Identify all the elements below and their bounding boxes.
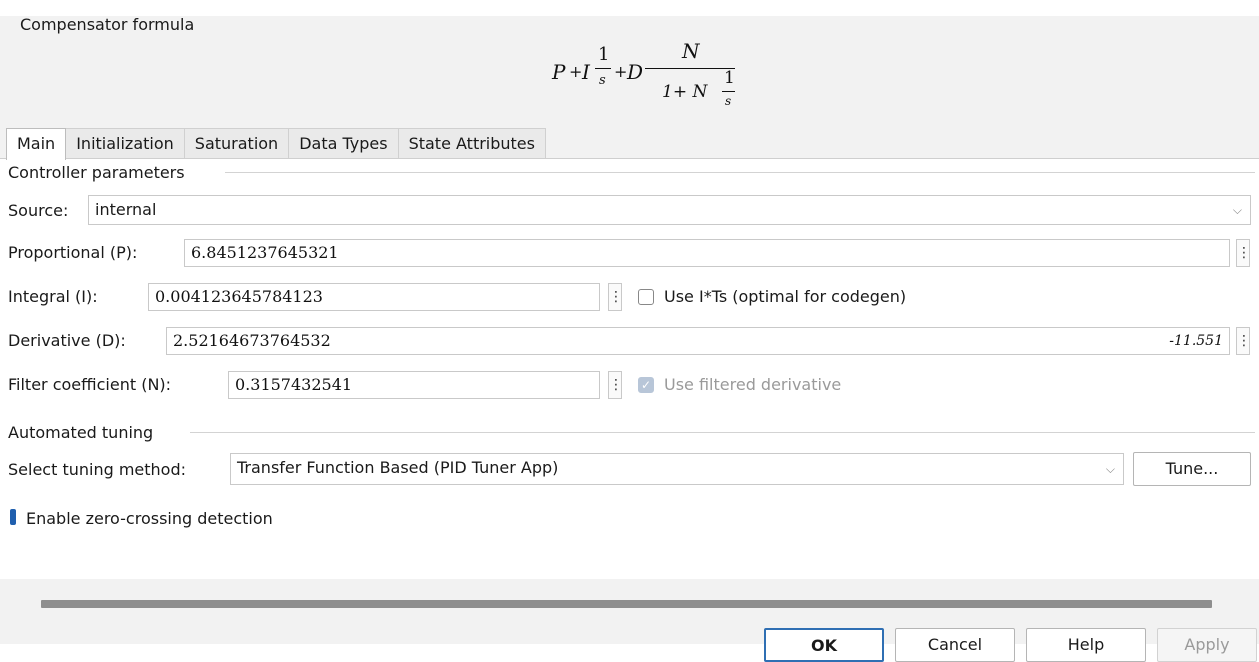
source-label: Source: (8, 201, 69, 220)
main-tab-content: Controller parameters Source: internal ⌵… (0, 158, 1259, 579)
ok-button[interactable]: OK (764, 628, 884, 662)
use-its-checkbox[interactable] (638, 289, 654, 305)
use-filtered-derivative-checkbox[interactable]: ✓ (638, 377, 654, 393)
zero-crossing-label: Enable zero-crossing detection (26, 509, 273, 528)
controller-parameters-label: Controller parameters (8, 163, 185, 182)
proportional-label: Proportional (P): (8, 243, 138, 262)
integral-label: Integral (I): (8, 287, 98, 306)
check-icon: ✓ (640, 378, 652, 392)
derivative-label: Derivative (D): (8, 331, 126, 350)
automated-tuning-separator (190, 432, 1255, 433)
zero-crossing-checkbox[interactable] (10, 509, 16, 525)
compensator-formula-title: Compensator formula (20, 15, 195, 34)
source-value: internal (95, 200, 157, 219)
formula-p: P (552, 60, 566, 84)
top-border (0, 0, 1259, 16)
tab-state-attributes[interactable]: State Attributes (397, 128, 546, 159)
tab-initialization[interactable]: Initialization (65, 128, 185, 159)
tuning-method-select[interactable]: Transfer Function Based (PID Tuner App) … (230, 453, 1124, 485)
use-filtered-derivative-label: Use filtered derivative (664, 375, 842, 394)
derivative-input[interactable]: 2.52164673764532 -11.551 (166, 327, 1230, 355)
filter-coefficient-input[interactable]: 0.3157432541 (228, 371, 600, 399)
help-button[interactable]: Help (1026, 628, 1146, 662)
source-select[interactable]: internal ⌵ (88, 195, 1251, 225)
tab-main[interactable]: Main (6, 128, 67, 160)
controller-parameters-separator (225, 172, 1255, 173)
formula-frac-line-3 (722, 91, 735, 92)
cancel-button[interactable]: Cancel (895, 628, 1015, 662)
proportional-input[interactable]: 6.8451237645321 (184, 239, 1230, 267)
tuning-method-label: Select tuning method: (8, 460, 187, 479)
compensator-formula: P + I 1 s + D N 1+ N 1 s (552, 38, 762, 118)
tuning-method-value: Transfer Function Based (PID Tuner App) (237, 458, 559, 477)
formula-frac-line-2 (645, 68, 735, 69)
chevron-down-icon: ⌵ (1105, 462, 1115, 476)
chevron-down-icon: ⌵ (1232, 203, 1242, 217)
formula-one-1: 1 (598, 44, 610, 65)
formula-i: I (582, 60, 590, 84)
formula-plus-1: + (569, 62, 583, 81)
horizontal-scrollbar[interactable] (41, 600, 1212, 608)
formula-s-2: s (725, 94, 732, 108)
formula-s-1: s (599, 73, 606, 88)
derivative-more-icon[interactable]: ⋮ (1236, 327, 1251, 355)
formula-one-2: 1 (724, 68, 735, 88)
derivative-readout: -11.551 (1169, 333, 1223, 349)
integral-input[interactable]: 0.004123645784123 (148, 283, 600, 311)
filter-coefficient-label: Filter coefficient (N): (8, 375, 172, 394)
tab-bar: Main Initialization Saturation Data Type… (6, 128, 546, 160)
formula-plus-2: + (614, 62, 628, 81)
formula-n: N (682, 39, 700, 63)
derivative-value: 2.52164673764532 (173, 331, 331, 350)
integral-more-icon[interactable]: ⋮ (608, 283, 623, 311)
formula-den-prefix: 1+ N (662, 82, 708, 102)
use-its-label: Use I*Ts (optimal for codegen) (664, 287, 907, 306)
apply-button[interactable]: Apply (1157, 628, 1257, 662)
formula-frac-line-1 (595, 68, 611, 69)
tune-button[interactable]: Tune... (1133, 452, 1251, 486)
tab-saturation[interactable]: Saturation (183, 128, 290, 159)
tab-data-types[interactable]: Data Types (288, 128, 399, 159)
automated-tuning-label: Automated tuning (8, 423, 154, 442)
formula-d: D (627, 60, 644, 84)
proportional-more-icon[interactable]: ⋮ (1236, 239, 1251, 267)
filter-coefficient-more-icon[interactable]: ⋮ (608, 371, 623, 399)
